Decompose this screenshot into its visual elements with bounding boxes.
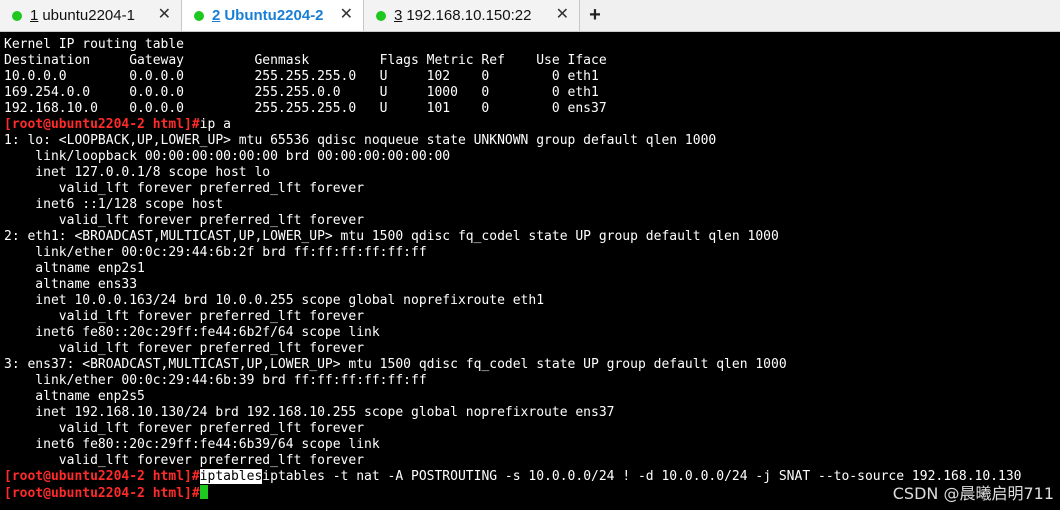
close-icon[interactable]: ✕ — [158, 6, 171, 24]
terminal-line: link/loopback 00:00:00:00:00:00 brd 00:0… — [4, 149, 451, 164]
terminal-line: valid_lft forever preferred_lft forever — [4, 181, 365, 196]
terminal-line: inet 192.168.10.130/24 brd 192.168.10.25… — [4, 405, 615, 420]
text-cursor — [199, 485, 208, 499]
terminal-line: altname enp2s1 — [4, 261, 145, 276]
terminal-line: valid_lft forever preferred_lft forever — [4, 309, 365, 324]
tab-title: ubuntu2204-1 — [42, 7, 135, 24]
shell-prompt: [root@ubuntu2204-2 html]# — [4, 486, 200, 501]
selected-text: iptables — [199, 469, 263, 484]
tab-bar: 1 ubuntu2204-1 ✕ 2 Ubuntu2204-2 ✕ 3 192.… — [0, 0, 1060, 32]
terminal-line: 10.0.0.0 0.0.0.0 255.255.255.0 U 102 0 0… — [4, 69, 599, 84]
prompt-line: [root@ubuntu2204-2 html]#ip a — [4, 117, 1060, 133]
terminal-line: inet6 fe80::20c:29ff:fe44:6b39/64 scope … — [4, 437, 380, 452]
terminal-line: 3: ens37: <BROADCAST,MULTICAST,UP,LOWER_… — [4, 357, 787, 372]
tab-192-168-10-150[interactable]: 3 192.168.10.150:22 ✕ — [364, 0, 580, 31]
tab-title: 192.168.10.150:22 — [406, 7, 532, 24]
terminal-line: Destination Gateway Genmask Flags Metric… — [4, 53, 607, 68]
connection-status-icon — [194, 10, 204, 21]
terminal-line: altname ens33 — [4, 277, 138, 292]
terminal-line: 192.168.10.0 0.0.0.0 255.255.255.0 U 101… — [4, 101, 607, 116]
add-tab-button[interactable]: + — [580, 0, 610, 31]
command-text: ip a — [199, 117, 231, 132]
tab-number: 2 — [212, 7, 221, 24]
watermark: CSDN @晨曦启明711 — [892, 484, 1054, 503]
terminal-line: inet 10.0.0.163/24 brd 10.0.0.255 scope … — [4, 293, 545, 308]
tab-ubuntu2204-2[interactable]: 2 Ubuntu2204-2 ✕ — [182, 0, 364, 31]
terminal-line: valid_lft forever preferred_lft forever — [4, 213, 365, 228]
terminal-line: 169.254.0.0 0.0.0.0 255.255.0.0 U 1000 0… — [4, 85, 599, 100]
shell-prompt: [root@ubuntu2204-2 html]# — [4, 117, 200, 132]
tab-title: Ubuntu2204-2 — [224, 7, 324, 24]
close-icon[interactable]: ✕ — [556, 6, 569, 24]
tab-number: 1 — [30, 7, 39, 24]
terminal-line: valid_lft forever preferred_lft forever — [4, 421, 365, 436]
connection-status-icon — [376, 10, 386, 21]
terminal-line: inet6 fe80::20c:29ff:fe44:6b2f/64 scope … — [4, 325, 380, 340]
terminal-line: link/ether 00:0c:29:44:6b:39 brd ff:ff:f… — [4, 373, 427, 388]
terminal-line: 2: eth1: <BROADCAST,MULTICAST,UP,LOWER_U… — [4, 229, 779, 244]
tab-number: 3 — [394, 7, 403, 24]
terminal-line: 1: lo: <LOOPBACK,UP,LOWER_UP> mtu 65536 … — [4, 133, 717, 148]
terminal-line: Kernel IP routing table — [4, 37, 185, 52]
terminal-line: inet 127.0.0.1/8 scope host lo — [4, 165, 271, 180]
terminal-line: valid_lft forever preferred_lft forever — [4, 453, 365, 468]
close-icon[interactable]: ✕ — [340, 6, 353, 24]
shell-prompt: [root@ubuntu2204-2 html]# — [4, 469, 200, 484]
terminal-line: valid_lft forever preferred_lft forever — [4, 341, 365, 356]
terminal-line: altname enp2s5 — [4, 389, 145, 404]
terminal-line: inet6 ::1/128 scope host — [4, 197, 224, 212]
terminal-output[interactable]: Kernel IP routing table Destination Gate… — [0, 32, 1060, 510]
terminal-line: link/ether 00:0c:29:44:6b:2f brd ff:ff:f… — [4, 245, 427, 260]
tab-ubuntu2204-1[interactable]: 1 ubuntu2204-1 ✕ — [0, 0, 182, 31]
connection-status-icon — [12, 10, 22, 21]
